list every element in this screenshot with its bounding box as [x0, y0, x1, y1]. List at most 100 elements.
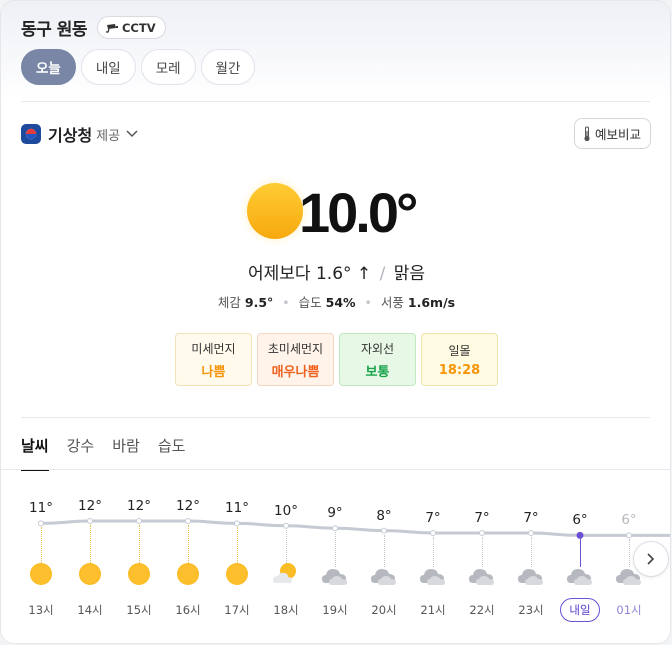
uv-index-badge[interactable]: 자외선 보통: [339, 333, 416, 386]
cctv-icon: [105, 23, 118, 33]
temperature-point: [528, 530, 534, 536]
header: 동구 원동 CCTV: [21, 15, 166, 40]
hourly-temperature: 12°: [176, 498, 200, 514]
chevron-down-icon: [126, 130, 138, 138]
subtab-weather[interactable]: 날씨: [21, 435, 49, 471]
temperature-point: [381, 527, 387, 534]
tab-tomorrow[interactable]: 내일: [80, 49, 136, 85]
hourly-temperature: 6°: [572, 512, 588, 529]
badge-label: 미세먼지: [191, 341, 236, 356]
provider-suffix: 제공: [96, 128, 121, 144]
badge-label: 자외선: [360, 341, 395, 356]
hourly-temperature: 7°: [523, 510, 539, 526]
up-arrow-icon: ↑: [356, 264, 372, 284]
temperature-point: [430, 530, 436, 536]
compare-value: 1.6°: [315, 264, 352, 284]
wind-value: 1.6m/s: [407, 295, 456, 310]
cloud-icon: [516, 561, 546, 587]
sun-icon: [124, 561, 154, 587]
location-title[interactable]: 동구 원동: [21, 15, 87, 40]
hourly-temperature: 12°: [127, 498, 151, 514]
cloud-icon: [467, 561, 497, 587]
partly-cloudy-icon: [271, 561, 301, 587]
temperature-point: [185, 518, 191, 524]
hourly-temperature: 11°: [225, 500, 249, 517]
hourly-temperature: 7°: [425, 510, 441, 526]
weather-details: 체감 9.5° • 습도 54% • 서풍 1.6m/s: [1, 292, 670, 311]
tab-monthly[interactable]: 월간: [200, 49, 256, 85]
separator-dot: •: [364, 295, 372, 310]
hourly-time: 16시: [175, 603, 201, 617]
hourly-temperature: 7°: [474, 510, 490, 526]
hourly-time: 20시: [371, 603, 397, 617]
temperature-point: [87, 518, 93, 524]
temperature-point: [38, 520, 44, 527]
fine-dust-badge[interactable]: 미세먼지 나쁨: [175, 333, 252, 386]
hourly-temperature: 12°: [78, 498, 102, 514]
hourly-time: 13시: [28, 603, 54, 617]
hourly-time: 23시: [518, 603, 544, 617]
thermometer-icon: [584, 126, 590, 141]
hourly-temperature: 10°: [274, 502, 298, 519]
sun-icon: [222, 561, 252, 587]
temperature-point: [136, 518, 142, 524]
separator-dot: •: [282, 295, 290, 310]
humidity-label: 습도: [298, 295, 322, 310]
day-tabs: 오늘 내일 모레 월간: [21, 49, 260, 85]
forecast-subtabs: 날씨 강수 바람 습도: [21, 435, 203, 471]
tab-day-after[interactable]: 모레: [140, 49, 196, 85]
hourly-time: 14시: [77, 603, 103, 617]
badge-value: 매우나쁨: [271, 364, 320, 380]
provider-selector[interactable]: 기상청 제공: [21, 122, 139, 146]
badge-value: 나쁨: [201, 364, 226, 380]
temperature-point: [626, 532, 632, 539]
forecast-compare-label: 예보비교: [594, 127, 641, 142]
subtab-precipitation[interactable]: 강수: [67, 435, 95, 471]
subtab-humidity[interactable]: 습도: [158, 435, 186, 471]
kma-logo-icon: [21, 124, 41, 144]
subtab-wind[interactable]: 바람: [112, 435, 140, 471]
sunset-badge[interactable]: 일몰 18:28: [421, 333, 498, 386]
temperature-point: [332, 525, 338, 532]
sun-icon: [75, 561, 105, 587]
hourly-time: 22시: [469, 603, 495, 617]
next-day-label: 내일: [560, 598, 600, 622]
current-temperature: 10.0°: [299, 181, 418, 244]
air-quality-badges: 미세먼지 나쁨 초미세먼지 매우나쁨 자외선 보통 일몰 18:28: [175, 333, 503, 386]
divider: [21, 417, 650, 418]
cloud-icon: [369, 561, 399, 587]
cctv-label: CCTV: [121, 20, 156, 35]
hourly-time: 19시: [322, 603, 348, 617]
forecast-compare-button[interactable]: 예보비교: [573, 118, 651, 149]
hourly-forecast: 11° 13시 12° 14시 12° 15시 12° 16시 11° 17시 10° 18시 9° 19…: [1, 481, 670, 631]
divider: [1, 469, 670, 470]
separator: /: [379, 264, 386, 284]
temperature-point: [234, 520, 240, 527]
sun-icon: [26, 561, 56, 587]
scroll-next-button[interactable]: [633, 541, 669, 577]
badge-value: 보통: [365, 364, 390, 380]
hourly-temperature: 8°: [376, 507, 392, 524]
tab-today[interactable]: 오늘: [21, 49, 76, 85]
weather-card: 동구 원동 CCTV 오늘 내일 모레 월간 기상청 제공 예보비교 10.0°…: [0, 0, 671, 644]
badge-label: 초미세먼지: [267, 341, 324, 356]
badge-label: 일몰: [448, 343, 471, 358]
divider: [21, 101, 650, 102]
chevron-right-icon: [647, 553, 655, 565]
cloud-icon: [565, 561, 595, 587]
feels-like-label: 체감: [217, 295, 241, 310]
hourly-time: 01시: [616, 603, 642, 617]
feels-like-value: 9.5°: [244, 295, 274, 310]
badge-value: 18:28: [438, 362, 481, 378]
compare-prefix: 어제보다: [248, 264, 311, 284]
hourly-time: 18시: [273, 603, 299, 617]
hourly-time: 15시: [126, 603, 152, 617]
temperature-point: [283, 522, 289, 529]
hourly-time: 17시: [224, 603, 250, 617]
temperature-point: [479, 530, 485, 536]
humidity-value: 54%: [325, 295, 356, 310]
cctv-button[interactable]: CCTV: [96, 16, 166, 39]
ultrafine-dust-badge[interactable]: 초미세먼지 매우나쁨: [257, 333, 334, 386]
hourly-time: 21시: [420, 603, 446, 617]
sun-icon: [173, 561, 203, 587]
